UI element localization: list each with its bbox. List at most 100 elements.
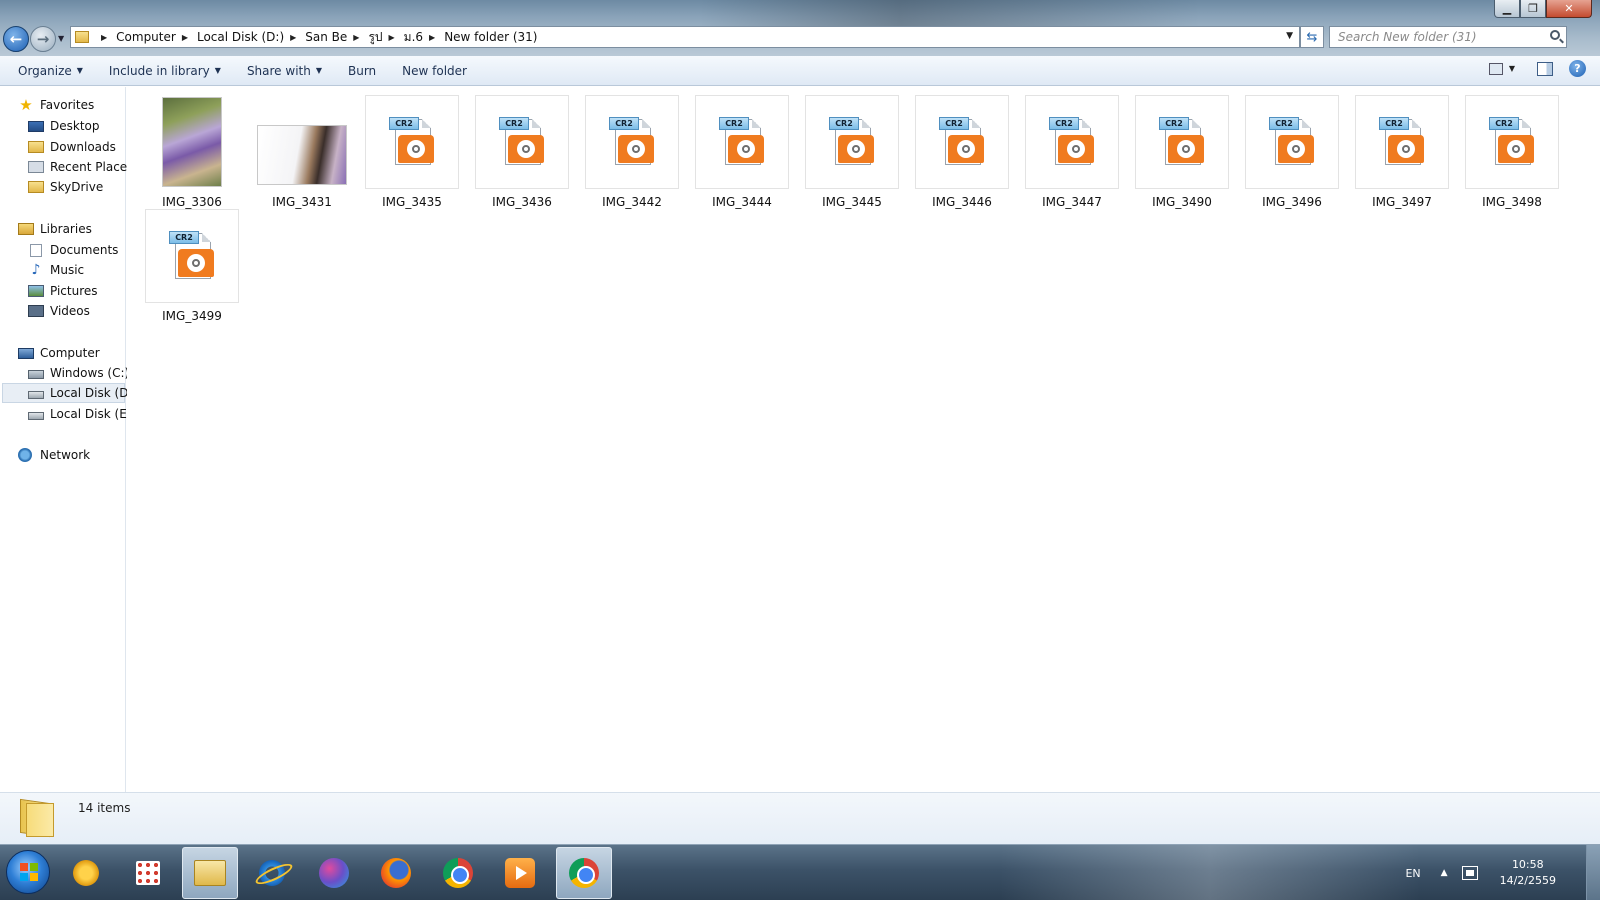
search-icon[interactable] <box>1550 30 1560 40</box>
organize-button[interactable]: Organize ▼ <box>10 60 91 82</box>
recent-pages-dropdown-icon[interactable]: ▼ <box>58 34 64 43</box>
chevron-right-icon[interactable]: ▶ <box>290 33 296 42</box>
photo-thumbnail <box>162 97 222 187</box>
breadcrumb-m6[interactable]: ม.6 <box>404 28 423 47</box>
taskbar-app-chrome[interactable] <box>430 847 486 899</box>
nav-documents[interactable]: Documents <box>28 240 118 260</box>
chrome-icon <box>569 858 599 888</box>
taskbar-app-firefox[interactable] <box>368 847 424 899</box>
maximize-button[interactable]: ❐ <box>1520 0 1546 18</box>
nav-desktop[interactable]: Desktop <box>28 116 100 136</box>
show-hidden-icons-icon[interactable]: ▲ <box>1441 868 1448 878</box>
taskbar-app-ie[interactable] <box>244 847 300 899</box>
close-button[interactable]: ✕ <box>1546 0 1592 18</box>
nav-libraries[interactable]: Libraries <box>18 219 92 239</box>
nav-recent-places[interactable]: Recent Places <box>28 157 133 177</box>
file-item[interactable]: CR2 IMG_3447 <box>1024 95 1120 209</box>
file-item[interactable]: CR2 IMG_3444 <box>694 95 790 209</box>
help-icon[interactable]: ? <box>1569 60 1586 77</box>
file-item[interactable]: CR2 IMG_3435 <box>364 95 460 209</box>
thumbnail: CR2 <box>145 209 239 303</box>
chevron-right-icon[interactable]: ▶ <box>101 33 107 42</box>
file-item[interactable]: CR2 IMG_3498 <box>1464 95 1560 209</box>
thumbnail <box>145 95 239 189</box>
cr2-file-icon: CR2 <box>1049 117 1095 167</box>
show-desktop-button[interactable] <box>1586 845 1600 900</box>
address-history-dropdown-icon[interactable]: ▼ <box>1286 31 1293 41</box>
nav-computer[interactable]: Computer <box>18 343 100 363</box>
back-button[interactable]: ← <box>3 26 29 52</box>
chevron-down-icon: ▼ <box>214 66 221 75</box>
nav-computer-label: Computer <box>40 346 100 360</box>
thumbnail: CR2 <box>585 95 679 189</box>
taskbar-app-tiles[interactable] <box>120 847 176 899</box>
change-view-icon[interactable] <box>1488 62 1503 75</box>
nav-network[interactable]: Network <box>18 445 90 465</box>
file-item[interactable]: CR2 IMG_3442 <box>584 95 680 209</box>
chevron-down-icon: ▼ <box>315 66 322 75</box>
breadcrumb: ▶ Computer ▶ Local Disk (D:) ▶ San Be ▶ … <box>95 28 537 47</box>
file-name: IMG_3498 <box>1482 195 1542 209</box>
share-with-button[interactable]: Share with ▼ <box>239 60 330 82</box>
nav-videos[interactable]: Videos <box>28 301 90 321</box>
thumbnail: CR2 <box>1465 95 1559 189</box>
start-button[interactable] <box>6 850 50 894</box>
refresh-button[interactable]: ⇆ <box>1300 26 1324 48</box>
taskbar-app-keys[interactable] <box>58 847 114 899</box>
file-item[interactable]: IMG_3306 <box>144 95 240 209</box>
file-item[interactable]: CR2 IMG_3490 <box>1134 95 1230 209</box>
taskbar-app-s[interactable] <box>306 847 362 899</box>
desktop-icon <box>28 120 44 132</box>
cr2-file-icon: CR2 <box>609 117 655 167</box>
file-item[interactable]: CR2 IMG_3497 <box>1354 95 1450 209</box>
chevron-right-icon[interactable]: ▶ <box>353 33 359 42</box>
chevron-right-icon[interactable]: ▶ <box>182 33 188 42</box>
file-item[interactable]: CR2 IMG_3436 <box>474 95 570 209</box>
nav-downloads[interactable]: Downloads <box>28 137 116 157</box>
preview-pane-icon[interactable] <box>1537 61 1553 76</box>
nav-skydrive[interactable]: SkyDrive <box>28 177 103 197</box>
details-pane: 14 items <box>0 792 1600 844</box>
new-folder-button[interactable]: New folder <box>394 60 475 82</box>
file-name: IMG_3431 <box>272 195 332 209</box>
nav-pictures[interactable]: Pictures <box>28 281 98 301</box>
taskbar-app-chrome-window[interactable] <box>556 847 612 899</box>
view-options-dropdown-icon[interactable]: ▼ <box>1509 64 1515 73</box>
file-item[interactable]: IMG_3431 <box>254 95 350 209</box>
search-input[interactable]: Search New folder (31) <box>1329 26 1567 48</box>
taskbar-app-media-player[interactable] <box>492 847 548 899</box>
breadcrumb-san-be[interactable]: San Be <box>305 30 347 44</box>
skydrive-folder-icon <box>28 181 44 193</box>
minimize-button[interactable]: ▁ <box>1494 0 1520 18</box>
nav-documents-label: Documents <box>50 243 119 257</box>
action-center-flag-icon[interactable] <box>1461 866 1478 880</box>
breadcrumb-roop[interactable]: รูป <box>368 28 382 47</box>
file-item[interactable]: CR2 IMG_3496 <box>1244 95 1340 209</box>
nav-music[interactable]: ♪ Music <box>28 260 85 280</box>
include-in-library-button[interactable]: Include in library ▼ <box>101 60 229 82</box>
file-item[interactable]: CR2 IMG_3445 <box>804 95 900 209</box>
nav-local-disk-e[interactable]: Local Disk (E:) <box>28 404 136 424</box>
file-item[interactable]: CR2 IMG_3499 <box>144 209 240 323</box>
breadcrumb-local-disk-d[interactable]: Local Disk (D:) <box>197 30 284 44</box>
nav-local-disk-d[interactable]: Local Disk (D:) <box>2 383 137 403</box>
breadcrumb-new-folder-31[interactable]: New folder (31) <box>444 30 537 44</box>
taskbar-app-explorer[interactable] <box>182 847 238 899</box>
address-bar[interactable]: ▶ Computer ▶ Local Disk (D:) ▶ San Be ▶ … <box>70 26 1300 48</box>
chevron-right-icon[interactable]: ▶ <box>389 33 395 42</box>
search-placeholder: Search New folder (31) <box>1338 30 1477 44</box>
forward-button[interactable]: → <box>30 26 56 52</box>
nav-windows-c[interactable]: Windows (C:) <box>28 363 129 383</box>
clock[interactable]: 10:58 14/2/2559 <box>1500 857 1556 889</box>
thumbnail: CR2 <box>1135 95 1229 189</box>
nav-favorites[interactable]: ★ Favorites <box>18 95 94 115</box>
breadcrumb-computer[interactable]: Computer <box>116 30 176 44</box>
nav-music-label: Music <box>50 263 85 277</box>
burn-button[interactable]: Burn <box>340 60 384 82</box>
nav-libraries-label: Libraries <box>40 222 92 236</box>
language-indicator[interactable]: EN <box>1405 867 1420 880</box>
file-item[interactable]: CR2 IMG_3446 <box>914 95 1010 209</box>
nav-videos-label: Videos <box>50 304 90 318</box>
chevron-right-icon[interactable]: ▶ <box>429 33 435 42</box>
cr2-file-icon: CR2 <box>389 117 435 167</box>
